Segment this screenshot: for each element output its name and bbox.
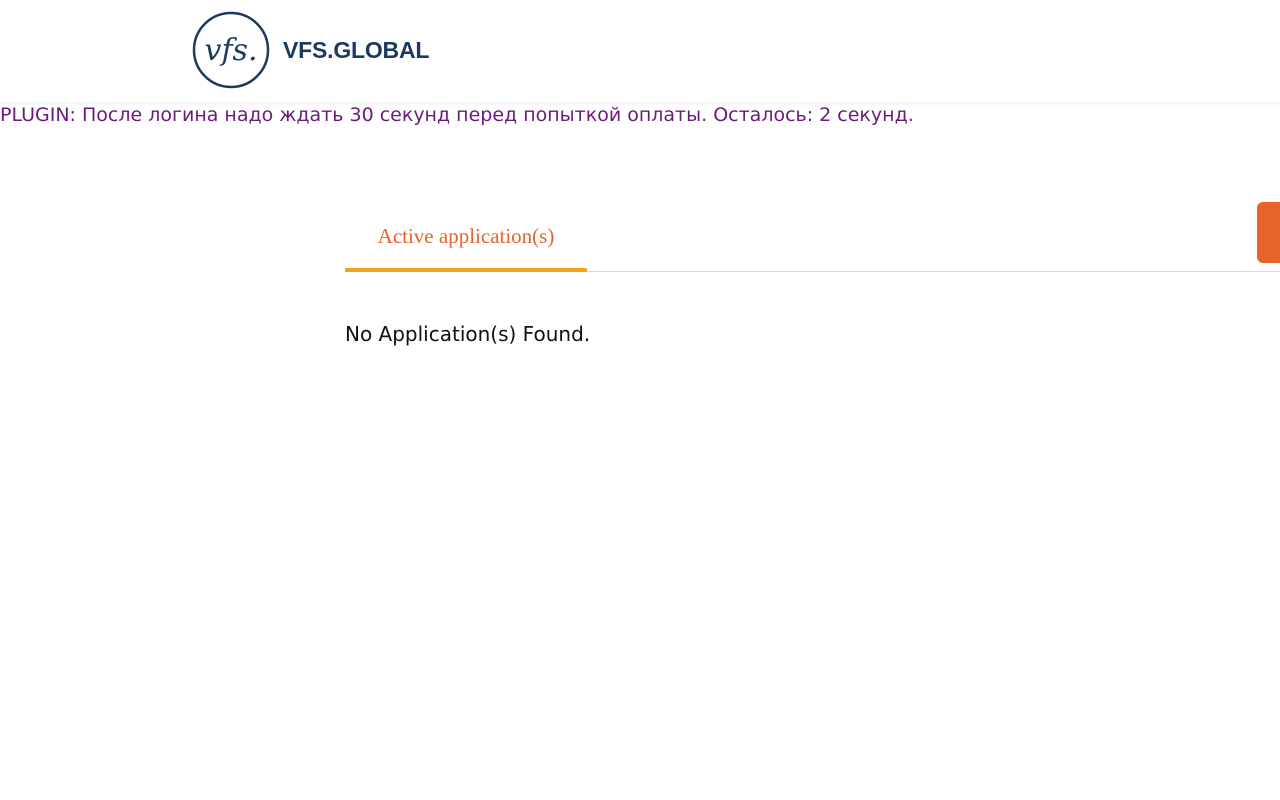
vfs-logo-icon: vfs. [192,11,270,89]
application-tabs: Active application(s) [345,202,1280,272]
no-applications-message: No Application(s) Found. [345,322,591,346]
tab-label: Active application(s) [377,223,555,248]
tab-active-applications[interactable]: Active application(s) [345,202,587,272]
plugin-countdown-message: PLUGIN: После логина надо ждать 30 секун… [0,104,914,126]
logo-mark-text: vfs. [205,33,258,68]
site-header: vfs. VFS.GLOBAL [0,0,1280,102]
side-action-button[interactable] [1257,202,1280,263]
logo-text: VFS.GLOBAL [283,36,430,63]
vfs-logo-link[interactable]: vfs. VFS.GLOBAL [192,11,429,89]
